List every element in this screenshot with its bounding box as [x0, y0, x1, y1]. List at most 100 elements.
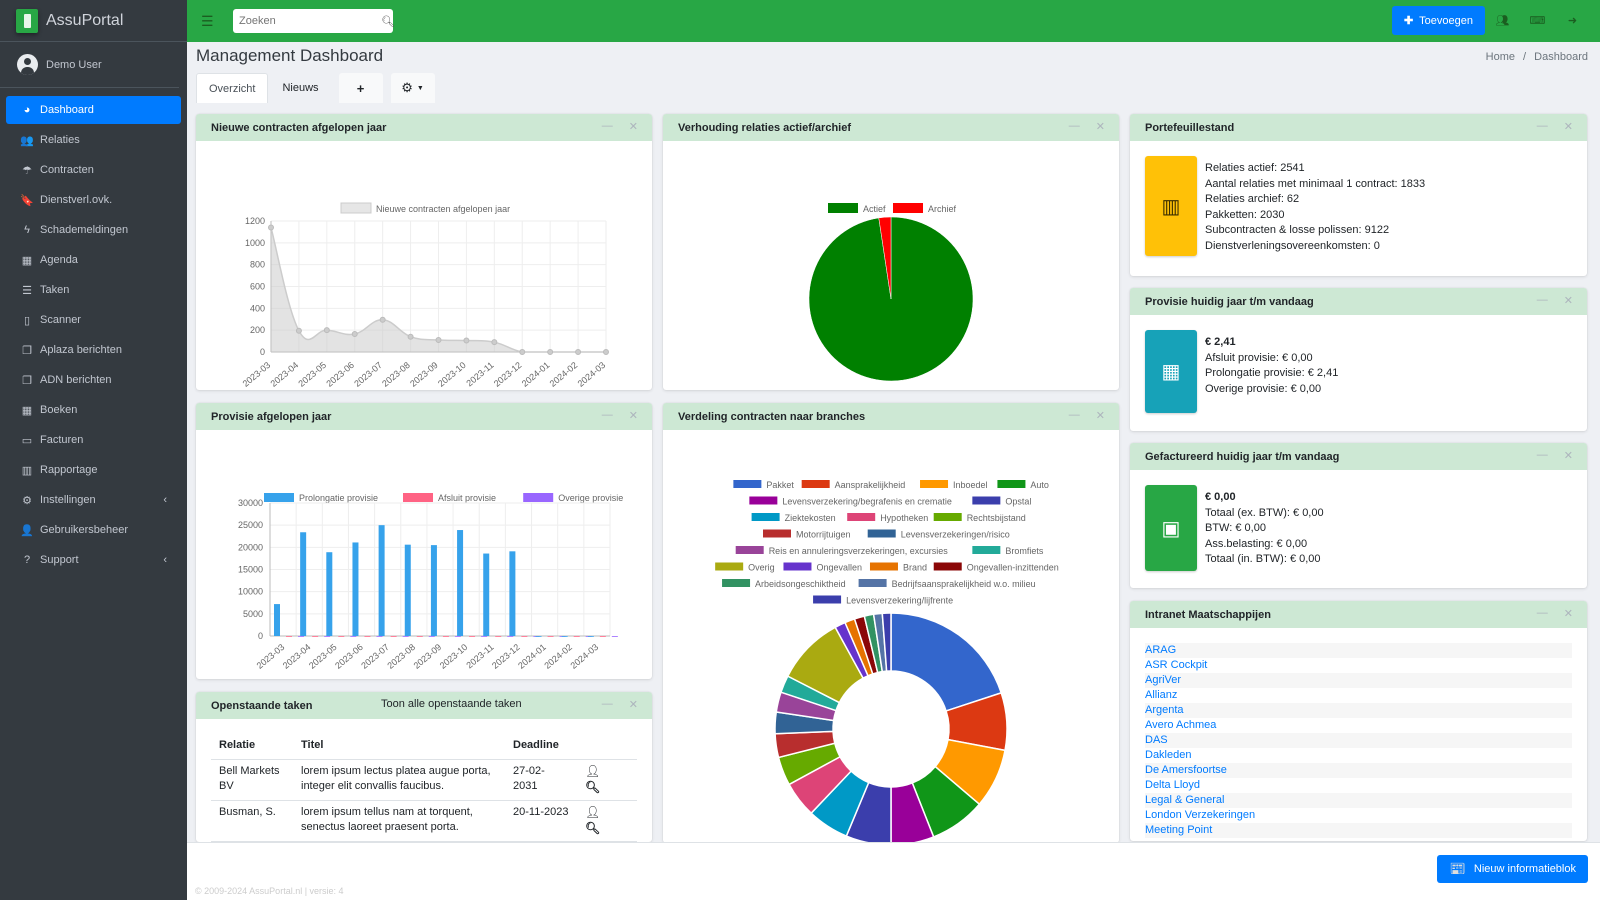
data-point[interactable]: [463, 337, 470, 344]
minimize-icon[interactable]: —: [1537, 449, 1548, 462]
sidebar-item-dienstverl-ovk[interactable]: 🔖 Dienstverl.ovk.: [6, 186, 181, 214]
sidebar-item-instellingen[interactable]: ⚙ Instellingen ‹: [6, 486, 181, 514]
minimize-icon[interactable]: —: [1537, 294, 1548, 307]
sidebar-item-contracten[interactable]: ☂ Contracten: [6, 156, 181, 184]
sidebar-item-agenda[interactable]: ▦ Agenda: [6, 246, 181, 274]
bar[interactable]: [509, 551, 516, 636]
data-point[interactable]: [519, 349, 526, 355]
bar[interactable]: [324, 636, 331, 637]
data-point[interactable]: [379, 316, 386, 323]
bar[interactable]: [495, 636, 502, 637]
intranet-link[interactable]: AgriVer: [1145, 673, 1572, 688]
bar[interactable]: [390, 636, 397, 637]
bar[interactable]: [376, 636, 383, 637]
settings-dropdown-button[interactable]: ⚙ ▼: [390, 73, 435, 103]
data-point[interactable]: [351, 330, 358, 337]
data-point[interactable]: [603, 349, 609, 355]
bar[interactable]: [326, 552, 333, 636]
users-icon[interactable]: 👥︎: [1485, 14, 1520, 27]
user-icon[interactable]: 👤︎: [585, 805, 600, 819]
data-point[interactable]: [435, 336, 442, 343]
doughnut-slice[interactable]: [890, 612, 1003, 712]
intranet-link[interactable]: ASR Cockpit: [1145, 658, 1572, 673]
intranet-link[interactable]: Allianz: [1145, 688, 1572, 703]
minimize-icon[interactable]: —: [1069, 120, 1080, 133]
close-icon[interactable]: ✕: [1564, 294, 1573, 307]
data-point[interactable]: [268, 224, 274, 231]
tab-nieuws[interactable]: Nieuws: [270, 73, 330, 103]
intranet-link[interactable]: Legal & General: [1145, 793, 1572, 808]
bar[interactable]: [404, 544, 411, 636]
data-point[interactable]: [491, 339, 498, 346]
new-info-block-button[interactable]: 📰︎ Nieuw informatieblok: [1437, 855, 1588, 883]
intranet-link[interactable]: Argenta: [1145, 703, 1572, 718]
bar[interactable]: [338, 636, 345, 637]
search-icon[interactable]: 🔍︎: [381, 15, 395, 28]
bar[interactable]: [416, 636, 423, 637]
search-icon[interactable]: 🔍︎: [585, 821, 600, 835]
bar[interactable]: [507, 636, 514, 637]
sidebar-item-boeken[interactable]: ▦ Boeken: [6, 396, 181, 424]
bar[interactable]: [547, 636, 554, 637]
bar[interactable]: [573, 636, 580, 637]
data-point[interactable]: [323, 327, 330, 334]
sign-out-icon[interactable]: ➜: [1555, 14, 1590, 27]
bar[interactable]: [300, 532, 307, 636]
bar[interactable]: [274, 604, 280, 636]
close-icon[interactable]: ✕: [1564, 120, 1573, 133]
hamburger-menu-icon[interactable]: ☰: [201, 13, 217, 30]
minimize-icon[interactable]: —: [602, 409, 613, 422]
bar[interactable]: [521, 636, 528, 637]
task-row[interactable]: Bell Markets BV lorem ipsum lectus platea…: [211, 759, 637, 801]
sidebar-item-scanner[interactable]: ▯ Scanner: [6, 306, 181, 334]
sidebar-item-support[interactable]: ? Support ‹: [6, 546, 181, 574]
user-panel[interactable]: Demo User: [0, 42, 179, 88]
bar[interactable]: [350, 636, 357, 637]
minimize-icon[interactable]: —: [1537, 120, 1548, 133]
bar[interactable]: [561, 636, 568, 637]
close-icon[interactable]: ✕: [1096, 409, 1105, 422]
bar[interactable]: [599, 636, 606, 637]
intranet-link[interactable]: Avero Achmea: [1145, 718, 1572, 733]
search-icon[interactable]: 🔍︎: [585, 780, 600, 794]
bar[interactable]: [469, 636, 476, 637]
breadcrumb-home[interactable]: Home: [1486, 51, 1515, 63]
bar[interactable]: [352, 542, 359, 636]
close-icon[interactable]: ✕: [629, 409, 638, 422]
bar[interactable]: [481, 636, 488, 637]
bar[interactable]: [454, 636, 461, 637]
data-point[interactable]: [295, 327, 302, 334]
add-tab-button[interactable]: +: [338, 73, 383, 103]
search-input[interactable]: [239, 15, 381, 27]
intranet-link[interactable]: ARAG: [1145, 643, 1572, 658]
sidebar-item-taken[interactable]: ☰ Taken: [6, 276, 181, 304]
intranet-link[interactable]: Dakleden: [1145, 748, 1572, 763]
bar[interactable]: [442, 636, 449, 637]
task-row[interactable]: Busman, S. lorem ipsum tellus nam at torq…: [211, 800, 637, 842]
bar[interactable]: [286, 636, 292, 637]
bar[interactable]: [298, 636, 304, 637]
data-point[interactable]: [407, 333, 414, 340]
intranet-link[interactable]: Delta Lloyd: [1145, 778, 1572, 793]
show-all-tasks-link[interactable]: Toon alle openstaande taken: [381, 698, 522, 710]
close-icon[interactable]: ✕: [629, 120, 638, 133]
sidebar-item-rapportage[interactable]: ▥ Rapportage: [6, 456, 181, 484]
close-icon[interactable]: ✕: [1564, 607, 1573, 620]
bar[interactable]: [364, 636, 371, 637]
sidebar-item-aplaza-berichten[interactable]: ❐ Aplaza berichten: [6, 336, 181, 364]
intranet-link[interactable]: London Verzekeringen: [1145, 808, 1572, 823]
bar[interactable]: [430, 545, 437, 636]
intranet-link[interactable]: Meeting Point: [1145, 823, 1572, 838]
intranet-link[interactable]: De Amersfoortse: [1145, 763, 1572, 778]
add-button[interactable]: ✚ Toevoegen: [1391, 6, 1485, 35]
sidebar-item-dashboard[interactable]: ◕ Dashboard: [6, 96, 181, 124]
minimize-icon[interactable]: —: [602, 120, 613, 133]
intranet-link[interactable]: DAS: [1145, 733, 1572, 748]
bar[interactable]: [402, 636, 409, 637]
tab-overzicht[interactable]: Overzicht: [196, 73, 269, 103]
close-icon[interactable]: ✕: [1096, 120, 1105, 133]
bar[interactable]: [483, 553, 490, 636]
sidebar-item-gebruikersbeheer[interactable]: 👤 Gebruikersbeheer: [6, 516, 181, 544]
user-icon[interactable]: 👤︎: [585, 764, 600, 778]
brand[interactable]: AssuPortal: [0, 0, 187, 42]
